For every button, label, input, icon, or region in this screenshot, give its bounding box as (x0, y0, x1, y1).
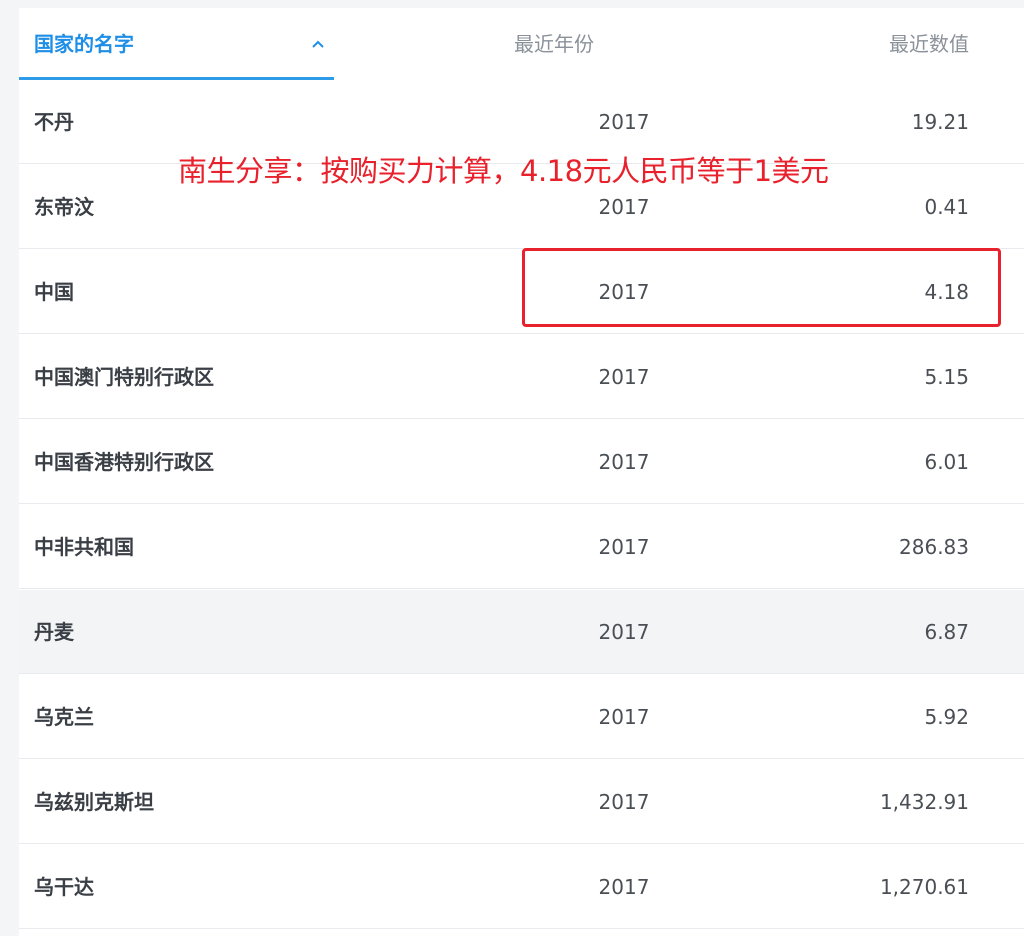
highlight-box (522, 248, 1001, 327)
country-name-cell: 乌兹别克斯坦 (34, 790, 154, 814)
chevron-up-icon[interactable] (308, 8, 328, 80)
year-cell: 2017 (598, 620, 650, 644)
year-cell: 2017 (598, 535, 650, 559)
value-cell: 5.92 (924, 705, 969, 729)
country-name-cell: 中非共和国 (34, 535, 134, 559)
country-name-cell: 乌干达 (34, 875, 94, 899)
year-cell: 2017 (598, 790, 650, 814)
table-row[interactable]: 乌干达 2017 1,270.61 (19, 845, 1024, 929)
table-row[interactable]: 乌兹别克斯坦 2017 1,432.91 (19, 760, 1024, 844)
table-row[interactable]: 丹麦 2017 6.87 (19, 590, 1024, 674)
table-header: 国家的名字 最近年份 最近数值 (19, 8, 1024, 81)
country-name-cell: 不丹 (34, 110, 74, 134)
column-header-latest-value[interactable]: 最近数值 (799, 8, 969, 80)
value-cell: 6.01 (924, 450, 969, 474)
value-cell: 1,432.91 (879, 790, 969, 814)
year-cell: 2017 (598, 705, 650, 729)
table-row[interactable]: 中非共和国 2017 286.83 (19, 505, 1024, 589)
country-name-cell: 中国 (34, 280, 74, 304)
annotation-text: 南生分享：按购买力计算，4.18元人民币等于1美元 (178, 154, 829, 188)
value-cell: 286.83 (899, 535, 969, 559)
value-cell: 1,270.61 (879, 875, 969, 899)
year-cell: 2017 (598, 450, 650, 474)
country-name-cell: 东帝汶 (34, 195, 94, 219)
table-row[interactable]: 乌克兰 2017 5.92 (19, 675, 1024, 759)
table-row[interactable]: 中国澳门特别行政区 2017 5.15 (19, 335, 1024, 419)
page: 国家的名字 最近年份 最近数值 不丹 2017 19.21 东帝汶 2017 0… (0, 0, 1024, 936)
column-header-country-name[interactable]: 国家的名字 (19, 8, 334, 80)
value-cell: 5.15 (924, 365, 969, 389)
year-cell: 2017 (598, 875, 650, 899)
year-cell: 2017 (598, 365, 650, 389)
country-name-cell: 中国澳门特别行政区 (34, 365, 214, 389)
column-header-latest-year[interactable]: 最近年份 (459, 8, 649, 80)
country-name-cell: 乌克兰 (34, 705, 94, 729)
country-name-cell: 中国香港特别行政区 (34, 450, 214, 474)
country-name-cell: 丹麦 (34, 620, 74, 644)
value-cell: 6.87 (924, 620, 969, 644)
column-header-label: 国家的名字 (34, 32, 134, 56)
table-row[interactable]: 中国香港特别行政区 2017 6.01 (19, 420, 1024, 504)
